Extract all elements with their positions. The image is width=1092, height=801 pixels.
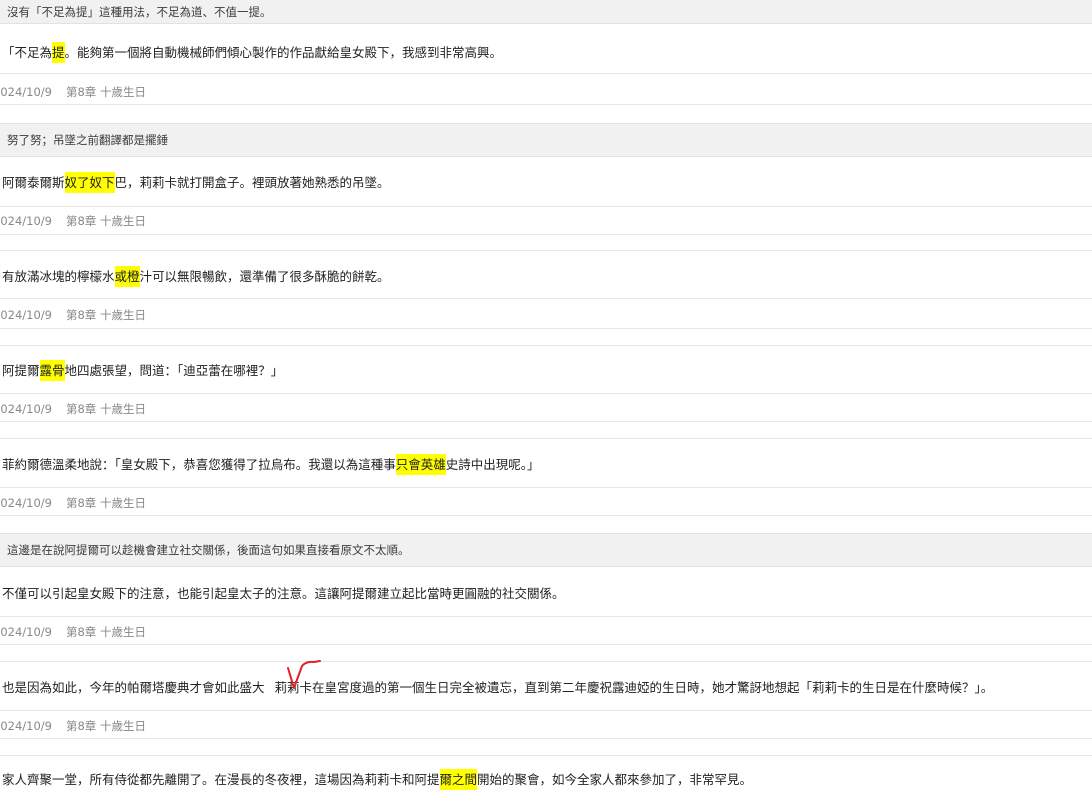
quote-text: 巴，莉莉卡就打開盒子。裡頭放著她熟悉的吊墜。	[114, 175, 390, 190]
entry-date: 2024/10/9	[0, 85, 52, 99]
entry-gap	[0, 234, 1092, 251]
entry-chapter: 第8章 十歲生日	[65, 308, 146, 322]
entry-chapter: 第8章 十歲生日	[65, 719, 146, 733]
divider	[0, 73, 1092, 74]
highlighted-quote[interactable]: 家人齊聚一堂，所有侍從都先離開了。在漫長的冬夜裡，這場因為莉莉卡和阿提爾之間開始…	[2, 769, 752, 791]
entry-meta: 2024/10/9 第8章 十歲生日	[0, 84, 146, 100]
note-text: 沒有「不足為提」這種用法，不足為道、不值一提。	[7, 5, 272, 19]
divider	[0, 710, 1092, 711]
divider	[0, 345, 1092, 346]
entry-gap	[0, 104, 1092, 123]
annotation-note: 努了努；吊墜之前翻譯都是擺錘	[0, 123, 1092, 157]
highlighted-quote[interactable]: 有放滿冰塊的檸檬水或橙汁可以無限暢飲，還準備了很多酥脆的餅乾。	[2, 266, 390, 288]
highlight-mark: 奴了奴下	[64, 172, 115, 193]
entry-meta: 2024/10/9 第8章 十歲生日	[0, 718, 146, 734]
highlighted-quote[interactable]: 不僅可以引起皇女殿下的注意，也能引起皇太子的注意。這讓阿提爾建立起比當時更圓融的…	[2, 583, 565, 605]
divider	[0, 661, 1092, 662]
entry-date: 2024/10/9	[0, 214, 52, 228]
note-text: 努了努；吊墜之前翻譯都是擺錘	[7, 133, 168, 147]
entry-chapter: 第8章 十歲生日	[65, 402, 146, 416]
divider	[0, 298, 1092, 299]
entry-gap	[0, 644, 1092, 661]
highlight-mark: 爾之間	[439, 769, 478, 790]
entry-chapter: 第8章 十歲生日	[65, 214, 146, 228]
entry-date: 2024/10/9	[0, 625, 52, 639]
highlighted-quote[interactable]: 阿爾泰爾斯奴了奴下巴，莉莉卡就打開盒子。裡頭放著她熟悉的吊墜。	[2, 172, 390, 194]
quote-text: 阿爾泰爾斯	[2, 175, 65, 190]
divider	[0, 438, 1092, 439]
quote-text: 家人齊聚一堂，所有侍從都先離開了。在漫長的冬夜裡，這場因為莉莉卡和阿提	[2, 772, 440, 787]
entry-date: 2024/10/9	[0, 402, 52, 416]
divider	[0, 206, 1092, 207]
annotation-note: 沒有「不足為提」這種用法，不足為道、不值一提。	[0, 0, 1092, 24]
quote-text: 「不足為	[2, 45, 53, 60]
entry-meta: 2024/10/9 第8章 十歲生日	[0, 213, 146, 229]
quote-text: 有放滿冰塊的檸檬水	[2, 269, 115, 284]
entry-meta: 2024/10/9 第8章 十歲生日	[0, 495, 146, 511]
note-text: 這邊是在說阿提爾可以趁機會建立社交關係，後面這句如果直接看原文不太順。	[7, 543, 410, 557]
entry-meta: 2024/10/9 第8章 十歲生日	[0, 307, 146, 323]
annotation-note: 這邊是在說阿提爾可以趁機會建立社交關係，後面這句如果直接看原文不太順。	[0, 533, 1092, 567]
highlighted-quote[interactable]: 菲約爾德溫柔地說：「皇女殿下，恭喜您獲得了拉烏布。我還以為這種事只會英雄史詩中出…	[2, 454, 540, 476]
divider	[0, 393, 1092, 394]
entry-date: 2024/10/9	[0, 719, 52, 733]
quote-text: 菲約爾德溫柔地說：「皇女殿下，恭喜您獲得了拉烏布。我還以為這種事	[2, 457, 396, 472]
quote-text: 地四處張望，問道：「迪亞蕾在哪裡？」	[64, 363, 284, 378]
highlight-mark: 露骨	[39, 360, 65, 381]
entry-date: 2024/10/9	[0, 496, 52, 510]
entry-gap	[0, 738, 1092, 755]
highlight-mark: 或橙	[114, 266, 140, 287]
quote-text: 開始的聚會，如今全家人都來參加了，非常罕見。	[477, 772, 753, 787]
quote-text: 汁可以無限暢飲，還準備了很多酥脆的餅乾。	[139, 269, 390, 284]
divider	[0, 487, 1092, 488]
entry-chapter: 第8章 十歲生日	[65, 625, 146, 639]
quote-text: 也是因為如此，今年的帕爾塔慶典才會如此盛大	[2, 680, 265, 695]
divider	[0, 616, 1092, 617]
highlight-mark: 只會英雄	[395, 454, 446, 475]
highlighted-quote[interactable]: 「不足為提。能夠第一個將自動機械師們傾心製作的作品獻給皇女殿下，我感到非常高興。	[2, 42, 502, 64]
divider	[0, 755, 1092, 756]
quote-text: 不僅可以引起皇女殿下的注意，也能引起皇太子的注意。這讓阿提爾建立起比當時更圓融的…	[2, 586, 565, 601]
entry-gap	[0, 515, 1092, 532]
entry-meta: 2024/10/9 第8章 十歲生日	[0, 624, 146, 640]
quote-text: 史詩中出現呢。」	[445, 457, 540, 472]
entry-meta: 2024/10/9 第8章 十歲生日	[0, 401, 146, 417]
highlighted-quote[interactable]: 也是因為如此，今年的帕爾塔慶典才會如此盛大 莉莉卡在皇宮度過的第一個生日完全被遺忘…	[2, 677, 993, 699]
divider	[0, 250, 1092, 251]
quote-text: 莉莉卡在皇宮度過的第一個生日完全被遺忘，直到第二年慶祝露迪婭的生日時，她才驚訝地…	[274, 680, 994, 695]
highlight-mark: 提	[52, 42, 65, 63]
quote-text: 阿提爾	[2, 363, 40, 378]
entry-chapter: 第8章 十歲生日	[65, 85, 146, 99]
quote-text: 。能夠第一個將自動機械師們傾心製作的作品獻給皇女殿下，我感到非常高興。	[64, 45, 503, 60]
entry-gap	[0, 421, 1092, 438]
highlighted-quote[interactable]: 阿提爾露骨地四處張望，問道：「迪亞蕾在哪裡？」	[2, 360, 283, 382]
entry-chapter: 第8章 十歲生日	[65, 496, 146, 510]
entry-date: 2024/10/9	[0, 308, 52, 322]
pen-check-mark-icon	[287, 660, 321, 689]
entry-gap	[0, 328, 1092, 345]
